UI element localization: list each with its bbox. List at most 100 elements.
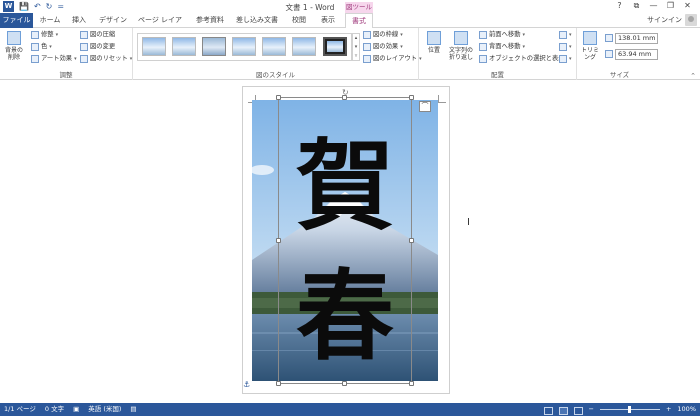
- tab-home[interactable]: ホーム: [37, 13, 63, 28]
- resize-handle[interactable]: [276, 238, 281, 243]
- tab-mailings[interactable]: 差し込み文書: [235, 13, 279, 28]
- corrections-button[interactable]: 修整 ▾: [31, 30, 58, 40]
- help-button[interactable]: ?: [611, 0, 628, 12]
- remove-background-button[interactable]: 背景の 削除: [2, 31, 26, 61]
- change-picture-label: 図の変更: [90, 43, 116, 50]
- anchor-icon[interactable]: ⚓: [243, 380, 250, 389]
- picture-border-button[interactable]: 図の枠線 ▾: [363, 30, 403, 40]
- reset-picture-label: 図のリセット: [90, 55, 128, 62]
- rotate-icon: [559, 55, 567, 63]
- picture-layout-label: 図のレイアウト: [373, 55, 418, 62]
- reset-picture-button[interactable]: 図のリセット ▾: [80, 54, 132, 64]
- rotate-button[interactable]: ▾: [559, 54, 572, 64]
- crop-icon: [583, 31, 597, 45]
- tab-design[interactable]: デザイン: [97, 13, 129, 28]
- zoom-slider[interactable]: [599, 403, 660, 416]
- align-icon: [559, 31, 567, 39]
- adjust-group: 背景の 削除 修整 ▾ 色 ▾ アート効果 ▾ 図の圧縮 図の変更 図のリセット ▾ 調…: [0, 28, 133, 80]
- word-count[interactable]: 0 文字: [45, 403, 64, 416]
- close-button[interactable]: ✕: [679, 0, 696, 12]
- selection-frame[interactable]: [278, 97, 412, 384]
- ribbon-display-options-icon[interactable]: ⧉: [628, 0, 645, 12]
- resize-handle[interactable]: [276, 381, 281, 386]
- picture-style-thumb[interactable]: [232, 37, 256, 56]
- resize-handle[interactable]: [409, 381, 414, 386]
- tab-view[interactable]: 表示: [317, 13, 339, 28]
- zoom-level[interactable]: 100%: [677, 403, 696, 416]
- wrap-text-label: 文字列の 折り返し: [448, 47, 473, 61]
- macro-icon[interactable]: ▤: [130, 403, 136, 416]
- print-layout-icon[interactable]: [558, 406, 568, 415]
- minimize-button[interactable]: —: [645, 0, 662, 12]
- picture-effects-icon: [363, 43, 371, 51]
- zoom-slider-thumb[interactable]: [627, 406, 631, 413]
- signin-link[interactable]: サインイン: [647, 13, 682, 28]
- tab-page-layout[interactable]: ページ レイアウト: [135, 13, 185, 39]
- color-icon: [31, 43, 39, 51]
- picture-effects-label: 図の効果: [373, 43, 399, 50]
- web-layout-icon[interactable]: [573, 406, 583, 415]
- gallery-scroll[interactable]: ▴ ▾ ▿: [352, 33, 360, 61]
- change-picture-button[interactable]: 図の変更: [80, 42, 115, 52]
- zoom-in-button[interactable]: +: [666, 403, 671, 416]
- position-icon: [427, 31, 441, 45]
- compress-pictures-button[interactable]: 図の圧縮: [80, 30, 115, 40]
- remove-background-label: 背景の 削除: [4, 47, 23, 61]
- rotate-handle-icon[interactable]: ↻: [342, 88, 349, 97]
- ribbon-tabs: ファイル ホーム 挿入 デザイン ページ レイアウト 参考資料 差し込み文書 校…: [0, 13, 700, 39]
- picture-style-thumb[interactable]: [202, 37, 226, 56]
- reset-picture-icon: [80, 55, 88, 63]
- selection-pane-button[interactable]: オブジェクトの選択と表示: [479, 54, 565, 64]
- group-button[interactable]: ▾: [559, 42, 572, 52]
- picture-effects-button[interactable]: 図の効果 ▾: [363, 42, 403, 52]
- height-icon: [605, 33, 613, 43]
- proofing-icon[interactable]: ▣: [73, 403, 79, 416]
- picture-style-thumb[interactable]: [172, 37, 196, 56]
- send-backward-button[interactable]: 背面へ移動 ▾: [479, 42, 525, 52]
- tab-file[interactable]: ファイル: [0, 13, 33, 28]
- picture-border-label: 図の枠線: [373, 31, 399, 38]
- collapse-ribbon-icon[interactable]: ⌃: [690, 72, 696, 80]
- color-label: 色: [41, 43, 48, 50]
- restore-button[interactable]: ❐: [662, 0, 679, 12]
- picture-style-thumb[interactable]: [292, 37, 316, 56]
- resize-handle[interactable]: [409, 238, 414, 243]
- width-field[interactable]: 63.94 mm: [615, 49, 658, 60]
- group-icon: [559, 43, 567, 51]
- resize-handle[interactable]: [342, 381, 347, 386]
- align-button[interactable]: ▾: [559, 30, 572, 40]
- picture-style-thumb[interactable]: [142, 37, 166, 56]
- artistic-effects-label: アート効果: [41, 55, 73, 62]
- artistic-effects-button[interactable]: アート効果 ▾: [31, 54, 77, 64]
- text-cursor-icon: I: [467, 217, 470, 228]
- picture-style-thumb-selected[interactable]: [323, 37, 347, 56]
- resize-handle[interactable]: [409, 95, 414, 100]
- bring-forward-button[interactable]: 前面へ移動 ▾: [479, 30, 525, 40]
- tab-review[interactable]: 校閲: [288, 13, 310, 28]
- layout-options-button[interactable]: ⌒: [419, 101, 431, 112]
- picture-style-thumb[interactable]: [262, 37, 286, 56]
- height-field[interactable]: 138.01 mm: [615, 33, 658, 44]
- wrap-text-button[interactable]: 文字列の 折り返し: [447, 31, 475, 61]
- tab-references[interactable]: 参考資料: [194, 13, 226, 28]
- page-count[interactable]: 1/1 ページ: [4, 403, 36, 416]
- crop-label: トリミング: [580, 47, 599, 61]
- read-mode-icon[interactable]: [543, 406, 553, 415]
- crop-button[interactable]: トリミング: [579, 31, 601, 61]
- status-bar: 1/1 ページ 0 文字 ▣ 英語 (米国) ▤ − + 100%: [0, 403, 700, 416]
- position-button[interactable]: 位置: [423, 31, 445, 54]
- resize-handle[interactable]: [276, 95, 281, 100]
- language[interactable]: 英語 (米国): [88, 403, 121, 416]
- compress-label: 図の圧縮: [90, 31, 116, 38]
- zoom-out-button[interactable]: −: [589, 403, 594, 416]
- tab-format[interactable]: 書式: [345, 13, 373, 29]
- color-button[interactable]: 色 ▾: [31, 42, 52, 52]
- window-controls: ? ⧉ — ❐ ✕: [611, 0, 696, 12]
- arrange-group-label: 配置: [491, 71, 504, 79]
- avatar[interactable]: [685, 14, 697, 26]
- tab-insert[interactable]: 挿入: [68, 13, 90, 28]
- picture-layout-button[interactable]: 図のレイアウト ▾: [363, 54, 422, 64]
- arrange-group: 位置 文字列の 折り返し 前面へ移動 ▾ 背面へ移動 ▾ オブジェクトの選択と表示 …: [419, 28, 577, 80]
- remove-background-icon: [7, 31, 21, 45]
- ribbon: 背景の 削除 修整 ▾ 色 ▾ アート効果 ▾ 図の圧縮 図の変更 図のリセット ▾ 調…: [0, 28, 700, 80]
